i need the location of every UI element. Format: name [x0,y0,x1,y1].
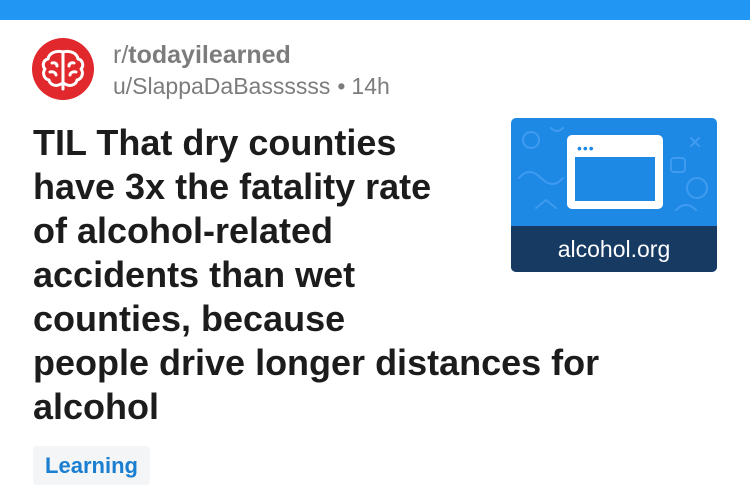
brain-icon [41,49,85,91]
meta-separator: • [337,73,346,99]
post-age: 14h [351,73,390,99]
author-link[interactable]: u/SlappaDaBassssss [113,73,330,99]
subreddit-name: todayilearned [128,41,291,69]
post-meta: u/SlappaDaBassssss • 14h [113,73,390,100]
post-flair[interactable]: Learning [33,446,150,485]
link-domain: alcohol.org [511,226,717,272]
subreddit-link[interactable]: r/todayilearned [113,41,291,70]
window-screen [575,157,655,201]
title-line: counties, because [33,298,346,339]
link-thumbnail[interactable]: ••• alcohol.org [511,118,717,272]
status-bar [0,0,750,20]
subreddit-avatar[interactable] [32,38,94,100]
title-line: people drive longer distances for [33,342,600,383]
browser-window-icon: ••• [567,135,663,209]
subreddit-prefix: r/ [113,41,129,69]
window-dots: ••• [577,140,595,156]
title-line: alcohol [33,386,160,427]
